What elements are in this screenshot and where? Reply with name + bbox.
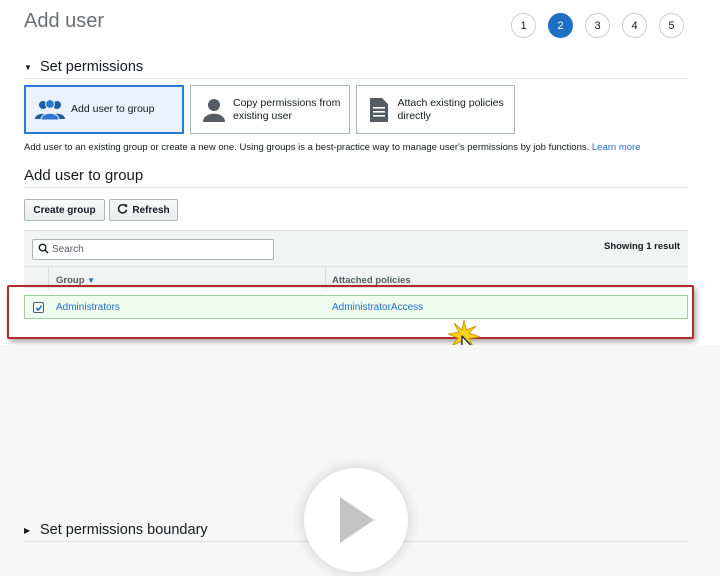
- set-permissions-header[interactable]: ▼ Set permissions: [24, 59, 143, 75]
- set-permissions-boundary-title: Set permissions boundary: [40, 522, 208, 538]
- learn-more-link[interactable]: Learn more: [592, 142, 641, 153]
- play-button[interactable]: [304, 468, 408, 572]
- refresh-icon: [117, 203, 128, 217]
- column-header-group[interactable]: Group ▼: [56, 275, 95, 286]
- sort-desc-icon: ▼: [87, 276, 96, 285]
- groups-table: Search Showing 1 result Group ▼ Attached…: [24, 230, 688, 325]
- step-5[interactable]: 5: [659, 13, 684, 38]
- refresh-label: Refresh: [132, 204, 170, 216]
- document-icon: [367, 95, 392, 125]
- column-header-attached-policies[interactable]: Attached policies: [332, 275, 411, 286]
- option-label: Copy permissions from existing user: [233, 96, 341, 122]
- section-divider: [24, 187, 688, 188]
- caret-down-icon: ▼: [24, 62, 32, 72]
- step-2-active[interactable]: 2: [548, 13, 573, 38]
- table-toolbar: Search Showing 1 result: [24, 230, 688, 266]
- step-1[interactable]: 1: [511, 13, 536, 38]
- step-indicator: 1 2 3 4 5: [511, 13, 684, 38]
- column-divider: [325, 267, 326, 289]
- refresh-button[interactable]: Refresh: [109, 199, 178, 221]
- section-divider: [24, 78, 688, 79]
- play-icon: [340, 497, 374, 543]
- permissions-description: Add user to an existing group or create …: [24, 142, 641, 153]
- column-divider: [48, 267, 49, 289]
- option-attach-policies[interactable]: Attach existing policies directly: [356, 85, 515, 134]
- create-group-button[interactable]: Create group: [24, 199, 105, 221]
- check-icon: [35, 304, 42, 311]
- policy-link[interactable]: AdministratorAccess: [332, 302, 423, 313]
- step-3[interactable]: 3: [585, 13, 610, 38]
- search-icon: [38, 243, 49, 257]
- result-count: Showing 1 result: [603, 241, 680, 252]
- set-permissions-title: Set permissions: [40, 59, 144, 75]
- table-header: Group ▼ Attached policies: [24, 266, 688, 289]
- step-4[interactable]: 4: [622, 13, 647, 38]
- option-label: Attach existing policies directly: [397, 96, 504, 122]
- option-add-user-to-group[interactable]: Add user to group: [24, 85, 184, 134]
- search-placeholder: Search: [52, 244, 84, 255]
- set-permissions-boundary-header[interactable]: ▶ Set permissions boundary: [24, 522, 208, 538]
- group-name-link[interactable]: Administrators: [56, 302, 120, 313]
- users-group-icon: [35, 95, 65, 125]
- user-icon: [201, 95, 227, 125]
- search-input[interactable]: Search: [32, 239, 274, 260]
- page-title: Add user: [24, 10, 105, 32]
- create-group-label: Create group: [33, 204, 96, 216]
- row-checkbox[interactable]: [33, 302, 44, 313]
- table-row[interactable]: Administrators AdministratorAccess: [24, 295, 688, 319]
- option-label: Add user to group: [71, 103, 155, 115]
- caret-right-icon: ▶: [24, 525, 31, 535]
- add-user-to-group-title: Add user to group: [24, 167, 144, 184]
- option-copy-permissions[interactable]: Copy permissions from existing user: [190, 85, 350, 134]
